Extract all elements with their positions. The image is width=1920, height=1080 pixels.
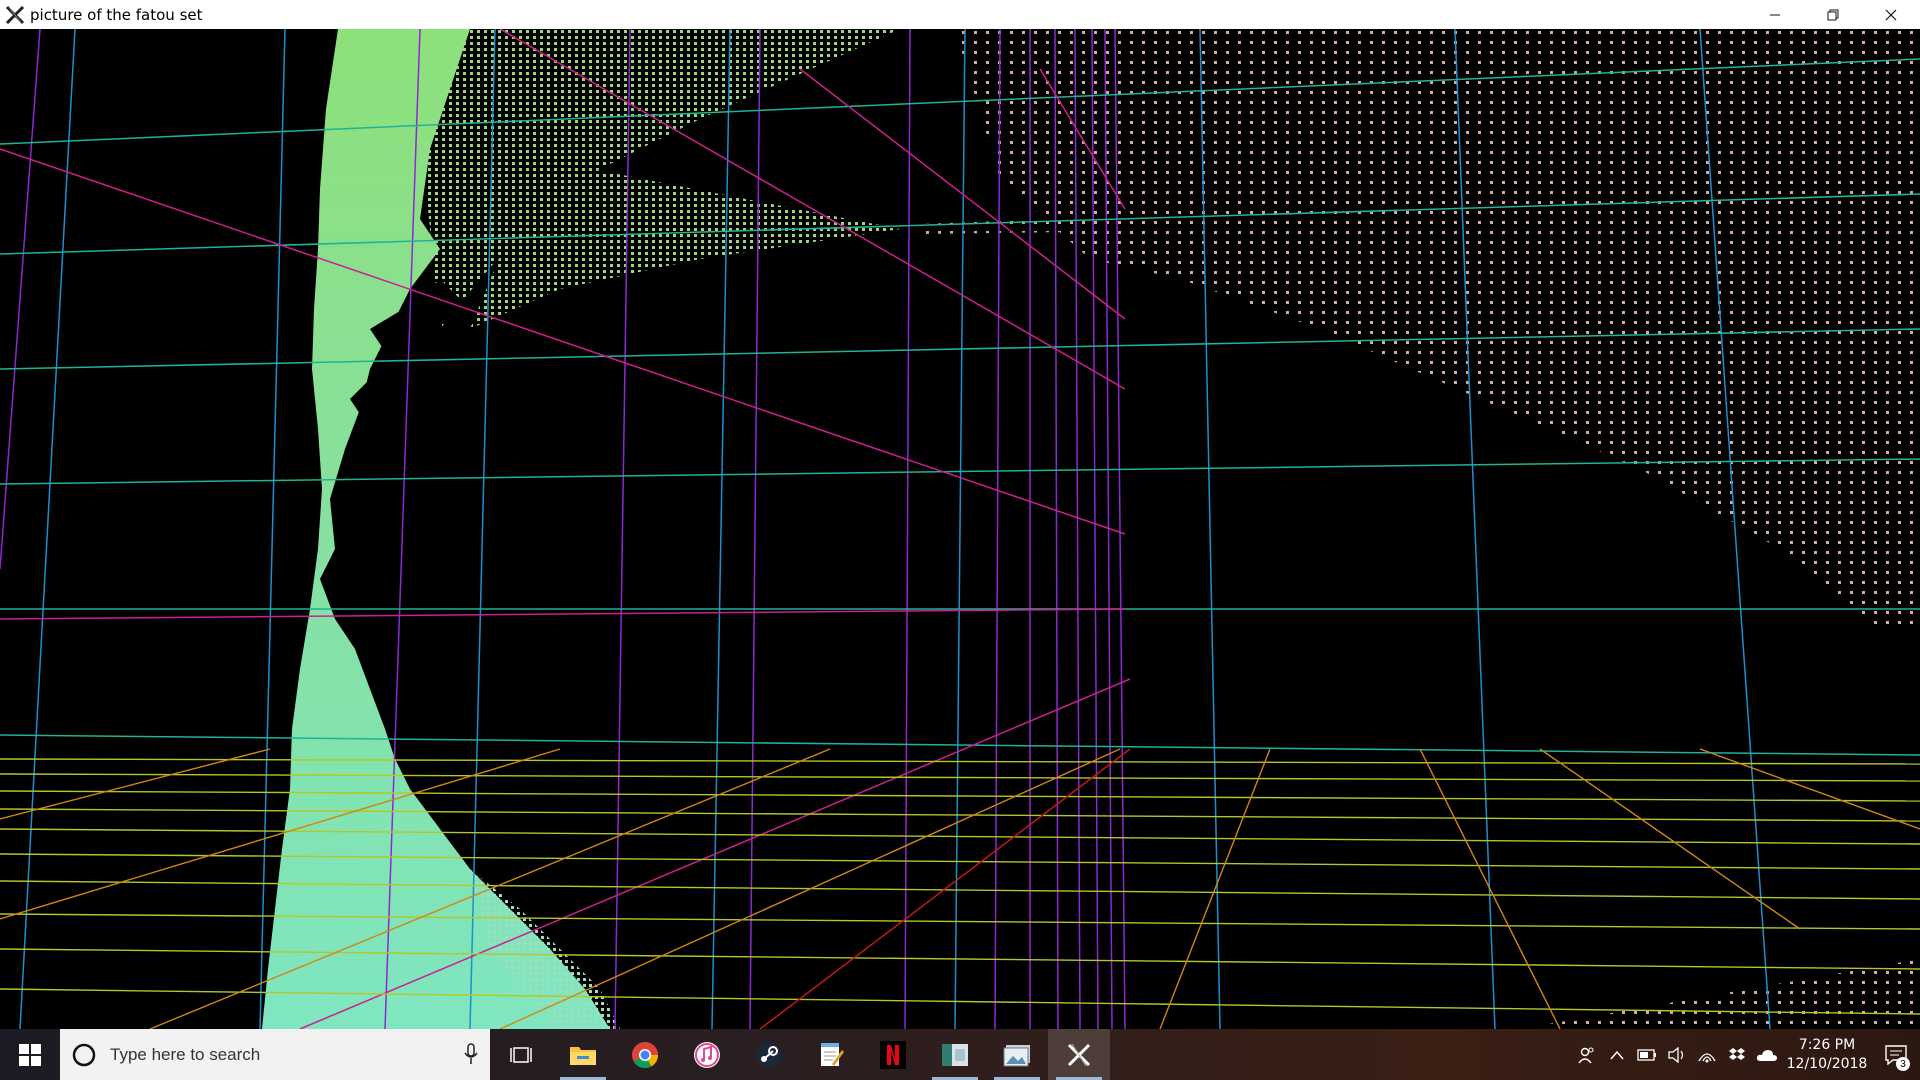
dotted-surface bbox=[955, 29, 1920, 629]
search-placeholder: Type here to search bbox=[110, 1044, 261, 1064]
photos-icon[interactable] bbox=[986, 1029, 1048, 1080]
battery-icon[interactable] bbox=[1632, 1029, 1662, 1080]
close-icon[interactable] bbox=[1862, 0, 1920, 29]
app-window-icon[interactable] bbox=[924, 1029, 986, 1080]
fatou-set-render bbox=[0, 29, 1920, 1029]
taskbar: Type here to search 7:26 PM 12/10/2018 3 bbox=[0, 1029, 1920, 1080]
clock-date: 12/10/2018 bbox=[1786, 1055, 1868, 1072]
notification-count-badge: 3 bbox=[1896, 1057, 1910, 1071]
steam-icon[interactable] bbox=[738, 1029, 800, 1080]
window-controls bbox=[1746, 0, 1920, 29]
notepad-icon[interactable] bbox=[800, 1029, 862, 1080]
taskbar-clock[interactable]: 7:26 PM 12/10/2018 bbox=[1782, 1036, 1872, 1074]
task-view-icon[interactable] bbox=[490, 1029, 552, 1080]
onedrive-icon[interactable] bbox=[1752, 1029, 1782, 1080]
volume-icon[interactable] bbox=[1662, 1029, 1692, 1080]
windows-start-icon[interactable] bbox=[0, 1029, 60, 1080]
x-app-icon[interactable] bbox=[1048, 1029, 1110, 1080]
action-center-icon[interactable]: 3 bbox=[1872, 1029, 1920, 1080]
clock-time: 7:26 PM bbox=[1798, 1036, 1856, 1053]
chrome-icon[interactable] bbox=[614, 1029, 676, 1080]
dropbox-icon[interactable] bbox=[1722, 1029, 1752, 1080]
search-box[interactable]: Type here to search bbox=[60, 1029, 490, 1080]
people-icon[interactable] bbox=[1572, 1029, 1602, 1080]
itunes-icon[interactable] bbox=[676, 1029, 738, 1080]
minimize-icon[interactable] bbox=[1746, 0, 1804, 29]
dotted-surface-lower bbox=[1520, 959, 1920, 1029]
system-tray: 7:26 PM 12/10/2018 3 bbox=[1572, 1029, 1920, 1080]
fractal-fan-upper bbox=[410, 29, 900, 329]
wifi-icon[interactable] bbox=[1692, 1029, 1722, 1080]
chevron-up-icon[interactable] bbox=[1602, 1029, 1632, 1080]
microphone-icon[interactable] bbox=[464, 1043, 478, 1070]
file-explorer-icon[interactable] bbox=[552, 1029, 614, 1080]
cortana-icon bbox=[72, 1043, 96, 1066]
window-title: picture of the fatou set bbox=[30, 5, 203, 24]
restore-icon[interactable] bbox=[1804, 0, 1862, 29]
fatou-set-canvas[interactable] bbox=[0, 29, 1920, 1029]
netflix-icon[interactable] bbox=[862, 1029, 924, 1080]
fractal-fan-lower bbox=[470, 159, 900, 329]
x-app-icon bbox=[4, 4, 26, 26]
window-title-bar: picture of the fatou set bbox=[0, 0, 1920, 29]
